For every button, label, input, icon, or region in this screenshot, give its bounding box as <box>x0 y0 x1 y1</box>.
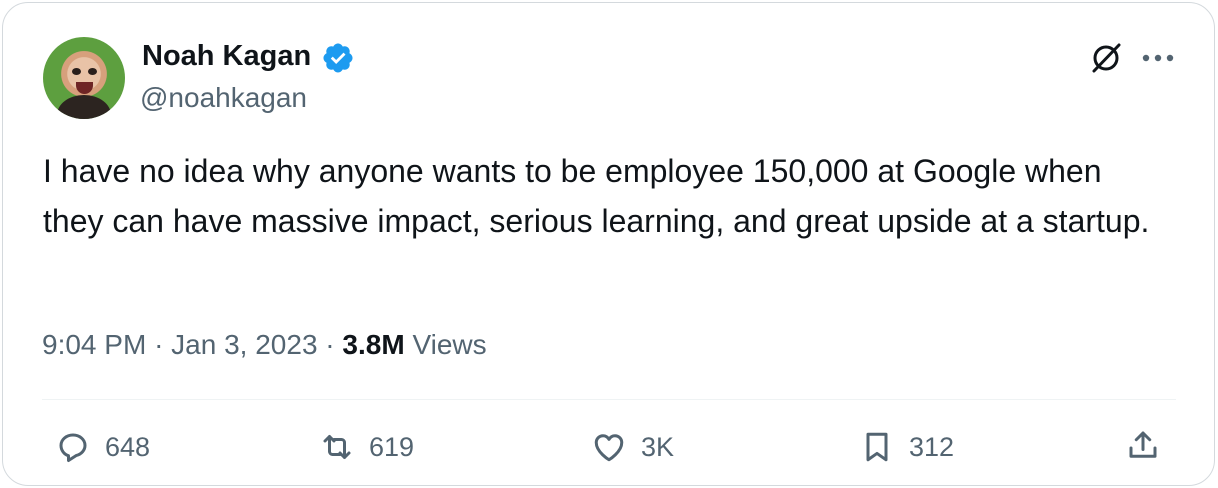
tweet-date[interactable]: Jan 3, 2023 <box>171 329 317 360</box>
bookmark-count: 312 <box>909 431 955 462</box>
meta-separator-1: · <box>154 329 164 360</box>
grok-icon[interactable] <box>1087 39 1125 77</box>
repost-count: 619 <box>369 431 415 462</box>
views-label: Views <box>412 329 487 360</box>
more-horizontal-icon[interactable] <box>1141 49 1175 67</box>
repost-icon <box>323 435 351 459</box>
bookmark-icon <box>866 432 888 462</box>
actions-divider <box>42 399 1176 400</box>
verified-badge-icon <box>323 43 353 73</box>
repost-button[interactable]: 619 <box>319 427 414 467</box>
author-avatar[interactable] <box>43 37 125 119</box>
reply-icon <box>59 433 87 462</box>
like-count: 3K <box>641 431 675 462</box>
tweet-metadata: 9:04 PM · Jan 3, 2023 · 3.8M Views <box>42 327 487 363</box>
views-count: 3.8M <box>342 329 405 360</box>
avatar-mouth <box>76 82 93 94</box>
meta-separator-2: · <box>325 329 335 360</box>
reply-button[interactable]: 648 <box>55 427 150 467</box>
avatar-right-eye <box>88 68 97 75</box>
avatar-left-eye <box>72 68 81 75</box>
share-icon[interactable] <box>1125 427 1161 463</box>
avatar-shirt <box>57 95 111 119</box>
tweet-time[interactable]: 9:04 PM <box>42 329 146 360</box>
author-handle[interactable]: @noahkagan <box>140 81 307 115</box>
author-name[interactable]: Noah Kagan <box>142 38 311 74</box>
heart-icon <box>594 434 624 462</box>
tweet-text: I have no idea why anyone wants to be em… <box>43 153 1150 239</box>
bookmark-button[interactable]: 312 <box>859 427 954 467</box>
like-button[interactable]: 3K <box>591 427 674 467</box>
tweet-card: Noah Kagan @noahkagan I have no idea why… <box>2 2 1215 486</box>
reply-count: 648 <box>105 431 151 462</box>
